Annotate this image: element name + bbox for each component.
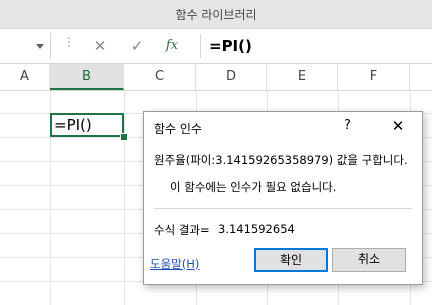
dialog-close-icon[interactable]: ✕ [388, 116, 408, 136]
dialog-help-icon[interactable]: ? [344, 118, 351, 133]
column-header-a[interactable]: A [0, 64, 50, 90]
column-header-b[interactable]: B [50, 64, 124, 90]
window-title: 함수 라이브러리 [175, 8, 257, 22]
window-title-bar: 함수 라이브러리 [0, 0, 432, 29]
arguments-note: 이 함수에는 인수가 필요 없습니다. [170, 180, 337, 194]
ok-button[interactable]: 확인 [254, 248, 328, 272]
cancel-button[interactable]: 취소 [332, 248, 406, 272]
active-cell-b2[interactable]: =PI() [50, 113, 124, 137]
formula-result-label: 수식 결과= [154, 223, 210, 237]
column-header-c[interactable]: C [124, 64, 196, 90]
formula-bar: ⋮ ✕ ✓ fx =PI() [0, 29, 432, 64]
dialog-title: 함수 인수 [154, 122, 202, 136]
dialog-divider [154, 208, 412, 209]
formula-bar-grip-icon: ⋮ [63, 35, 75, 49]
name-box-dropdown-icon[interactable] [36, 44, 44, 49]
column-header-d[interactable]: D [196, 64, 267, 90]
column-headers: A B C D E F [0, 64, 432, 91]
name-box[interactable] [0, 33, 51, 59]
formula-result-value: 3.141592654 [218, 222, 295, 236]
column-header-e[interactable]: E [267, 64, 338, 90]
help-link[interactable]: 도움말(H) [150, 256, 199, 272]
column-header-f[interactable]: F [338, 64, 410, 90]
function-arguments-dialog: 함수 인수 ? ✕ 원주율(파이:3.14159265358979) 값을 구합… [143, 111, 423, 285]
cancel-entry-icon[interactable]: ✕ [88, 35, 112, 57]
enter-entry-icon[interactable]: ✓ [125, 35, 149, 57]
insert-function-icon[interactable]: fx [160, 35, 184, 57]
function-description: 원주율(파이:3.14159265358979) 값을 구합니다. [154, 153, 408, 167]
fill-handle[interactable] [120, 133, 128, 141]
formula-input[interactable]: =PI() [200, 34, 432, 58]
